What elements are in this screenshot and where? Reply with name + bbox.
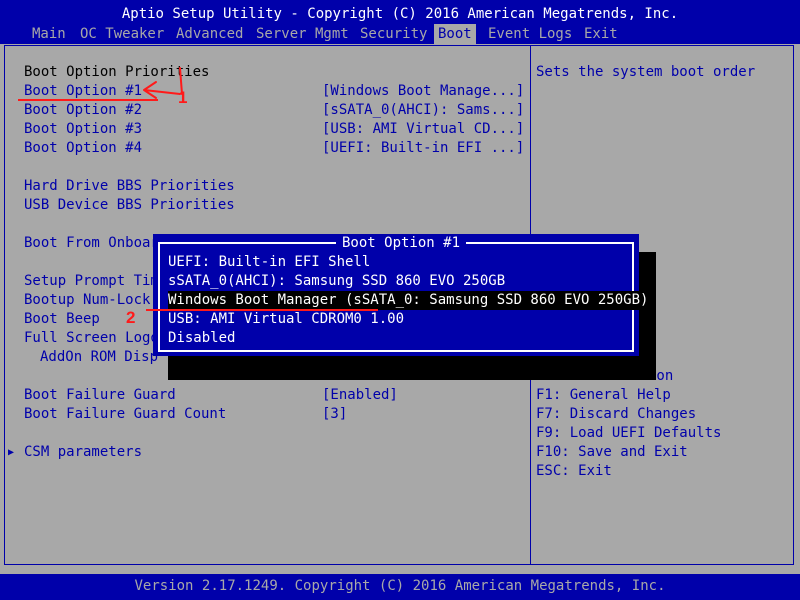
boot-option-3[interactable]: Boot Option #3 — [24, 120, 142, 139]
popup-option-windows-boot-manager[interactable]: Windows Boot Manager (sSATA_0: Samsung S… — [168, 291, 653, 310]
hard-drive-bbs-priorities[interactable]: Hard Drive BBS Priorities — [24, 177, 235, 196]
menu-oc-tweaker[interactable]: OC Tweaker — [76, 24, 168, 44]
popup-option-usb-cdrom[interactable]: USB: AMI Virtual CDROM0 1.00 — [168, 310, 404, 329]
menu-exit[interactable]: Exit — [580, 24, 622, 44]
boot-failure-guard-count[interactable]: Boot Failure Guard Count — [24, 405, 226, 424]
boot-from-onboard[interactable]: Boot From Onboar — [24, 234, 159, 253]
menu-server-mgmt[interactable]: Server Mgmt — [252, 24, 353, 44]
submenu-arrow-icon: ▶ — [8, 447, 15, 458]
help-key-f9: F9: Load UEFI Defaults — [536, 425, 722, 441]
setup-prompt-timeout[interactable]: Setup Prompt Tim — [24, 272, 159, 291]
popup-title: Boot Option #1 — [336, 234, 467, 253]
popup-option-disabled[interactable]: Disabled — [168, 329, 235, 348]
annotation-number-2: 2 — [126, 308, 136, 327]
usb-device-bbs-priorities[interactable]: USB Device BBS Priorities — [24, 196, 235, 215]
menu-main[interactable]: Main — [28, 24, 70, 44]
help-key-f7: F7: Discard Changes — [536, 406, 697, 422]
boot-option-4[interactable]: Boot Option #4 — [24, 139, 142, 158]
help-key-esc: ESC: Exit — [536, 463, 612, 479]
boot-failure-guard-value[interactable]: [Enabled] — [322, 386, 398, 405]
annotation-arrow-icon — [143, 67, 183, 99]
menu-boot[interactable]: Boot — [434, 24, 476, 44]
annotation-underline-2 — [146, 309, 378, 311]
boot-option-2[interactable]: Boot Option #2 — [24, 101, 142, 120]
annotation-underline-1 — [18, 99, 158, 101]
app-title: Aptio Setup Utility - Copyright (C) 2016… — [121, 6, 679, 22]
boot-option-2-value[interactable]: [sSATA_0(AHCI): Sams...] — [322, 101, 524, 120]
boot-option-1-value[interactable]: [Windows Boot Manage...] — [322, 82, 524, 101]
popup-option-uefi-shell[interactable]: UEFI: Built-in EFI Shell — [168, 253, 370, 272]
boot-failure-guard[interactable]: Boot Failure Guard — [24, 386, 176, 405]
help-description: Sets the system boot order — [536, 64, 756, 80]
csm-parameters[interactable]: CSM parameters — [24, 443, 142, 462]
boot-option-3-value[interactable]: [USB: AMI Virtual CD...] — [322, 120, 524, 139]
boot-option-4-value[interactable]: [UEFI: Built-in EFI ...] — [322, 139, 524, 158]
help-key-f10: F10: Save and Exit — [536, 444, 688, 460]
annotation-number-1: 1 — [178, 88, 188, 107]
popup-option-ssata-samsung[interactable]: sSATA_0(AHCI): Samsung SSD 860 EVO 250GB — [168, 272, 505, 291]
menu-security[interactable]: Security — [356, 24, 431, 44]
menu-advanced[interactable]: Advanced — [172, 24, 247, 44]
addon-rom-display[interactable]: AddOn ROM Disp — [40, 348, 158, 367]
help-key-f1: F1: General Help — [536, 387, 671, 403]
boot-beep[interactable]: Boot Beep — [24, 310, 100, 329]
version-footer: Version 2.17.1249. Copyright (C) 2016 Am… — [134, 578, 666, 594]
boot-failure-guard-count-value[interactable]: [3] — [322, 405, 347, 424]
full-screen-logo[interactable]: Full Screen Logo — [24, 329, 159, 348]
menu-event-logs[interactable]: Event Logs — [484, 24, 576, 44]
